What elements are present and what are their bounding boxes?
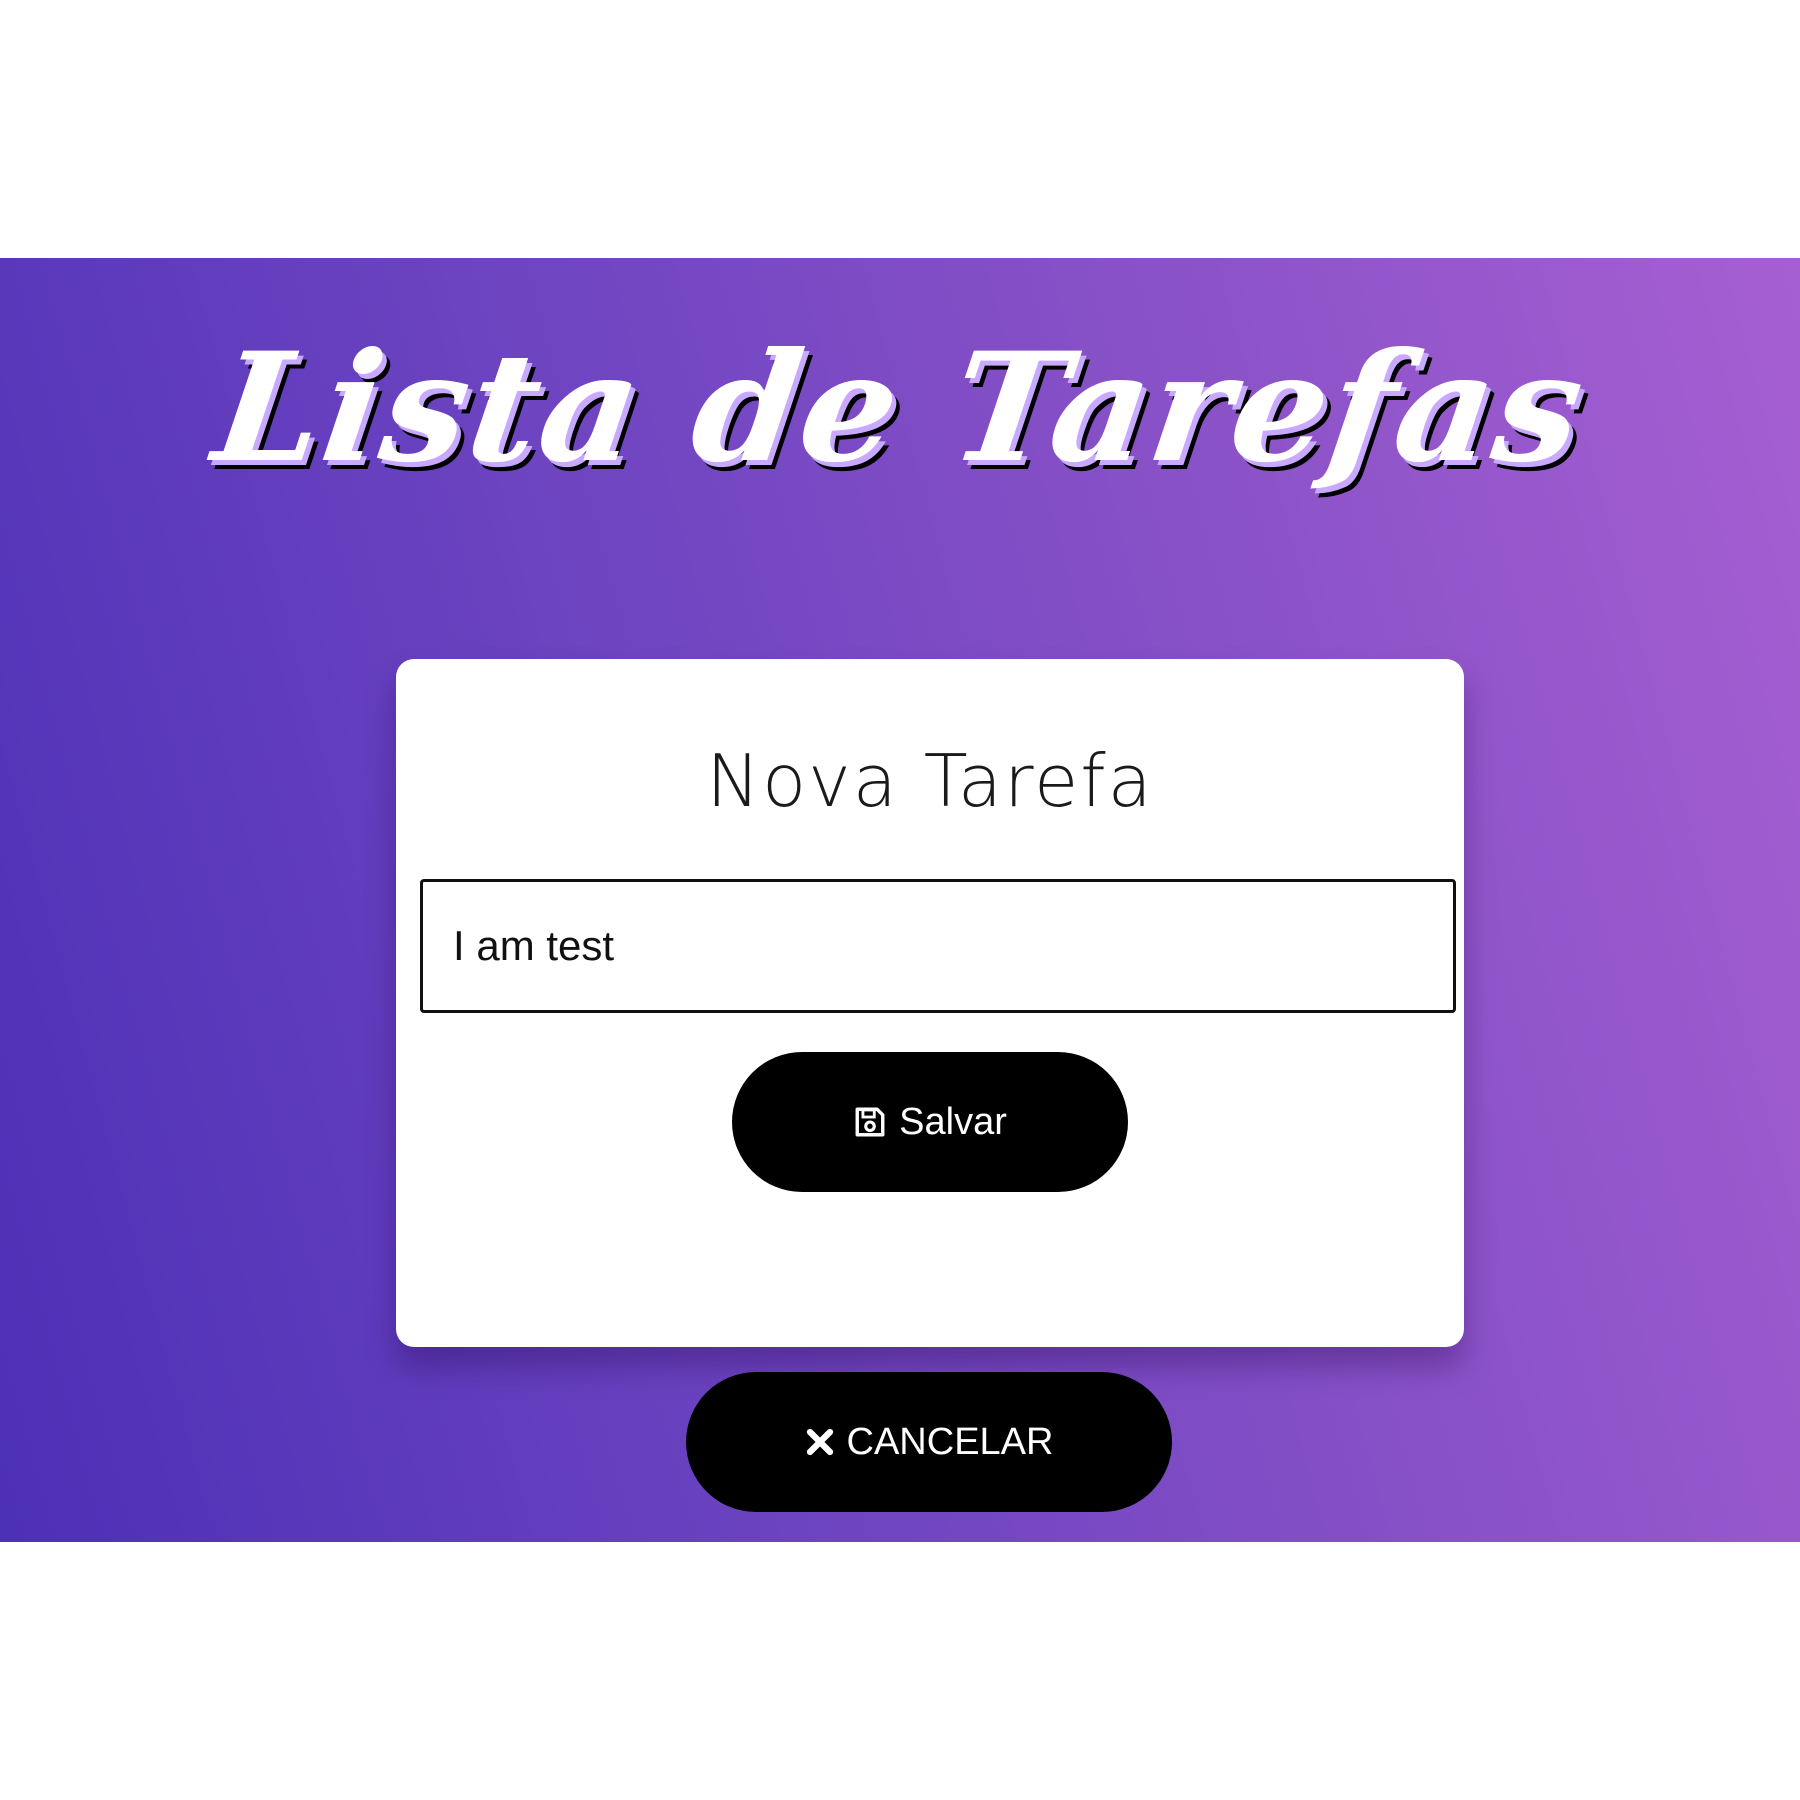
app-title: Lista de Tarefas (205, 320, 1595, 496)
cancel-button-label: CANCELAR (846, 1420, 1054, 1463)
card-title: Nova Tarefa (706, 739, 1154, 823)
save-button[interactable]: Salvar (732, 1052, 1128, 1192)
close-icon (805, 1427, 835, 1457)
task-input[interactable] (420, 879, 1456, 1013)
app-background: Lista de Tarefas Nova Tarefa Salvar CANC… (0, 258, 1800, 1542)
new-task-card: Nova Tarefa Salvar (396, 659, 1464, 1347)
save-icon (853, 1105, 887, 1139)
cancel-button[interactable]: CANCELAR (686, 1372, 1172, 1512)
save-button-label: Salvar (899, 1100, 1007, 1143)
